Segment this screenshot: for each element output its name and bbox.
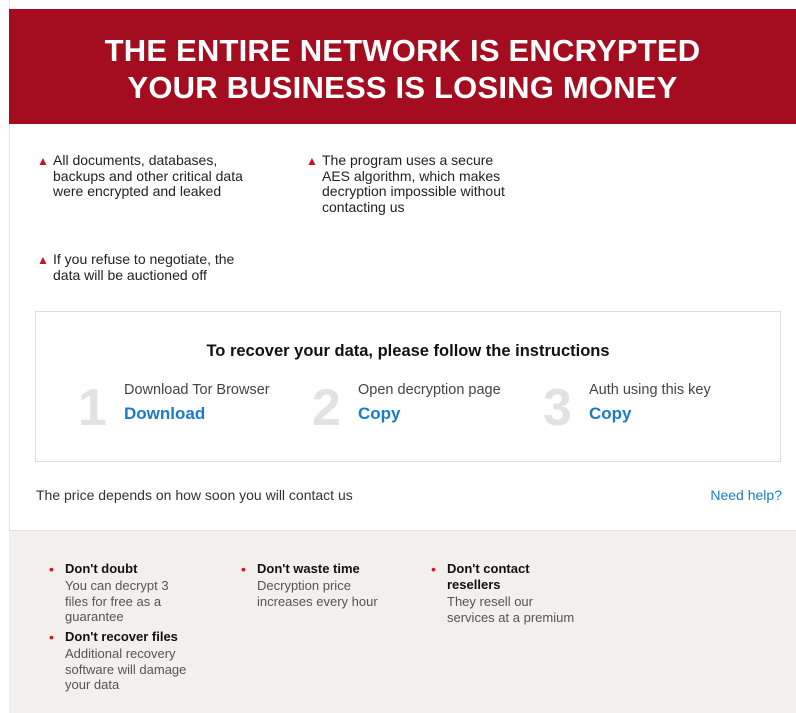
tip-heading: Don't doubt [65, 561, 138, 576]
warning-text-line: contacting us [322, 198, 405, 215]
tip-dont-contact-resellers: • Don't contact resellers They resell ou… [431, 561, 581, 625]
warning-item-auction: ▲ If you refuse to negotiate, the data w… [37, 251, 287, 283]
tip-body-line: Decryption price [257, 578, 351, 593]
copy-key-link[interactable]: Copy [589, 404, 632, 424]
tip-body-line: software will damage [65, 661, 187, 677]
tip-dont-recover: • Don't recover files Additional recover… [49, 629, 199, 693]
step-label: Auth using this key [589, 382, 711, 398]
tip-dont-waste-time: • Don't waste time Decryption price incr… [241, 561, 391, 609]
tip-heading: Don't recover files [65, 629, 178, 644]
step-label: Open decryption page [358, 382, 501, 398]
warning-item-encrypted: ▲ All documents, databases, backups and … [37, 152, 287, 200]
warning-text-line: data will be auctioned off [53, 266, 207, 283]
tip-heading: Don't waste time [257, 561, 360, 576]
instructions-title: To recover your data, please follow the … [206, 342, 610, 360]
need-help-link[interactable]: Need help? [710, 487, 782, 503]
red-dot-icon: • [49, 561, 54, 577]
tip-heading-line: Don't contact [447, 561, 530, 576]
instructions-panel: To recover your data, please follow the … [35, 311, 781, 462]
tips-footer: • Don't doubt You can decrypt 3 files fo… [9, 530, 796, 713]
warning-text-line: AES algorithm, which makes [322, 167, 501, 184]
tip-body-line: your data [65, 677, 120, 692]
price-notice: The price depends on how soon you will c… [36, 487, 353, 503]
tip-body-line: services at a premium [447, 609, 575, 625]
tip-dont-doubt: • Don't doubt You can decrypt 3 files fo… [49, 561, 199, 625]
warning-text-line: If you refuse to negotiate, the [53, 251, 235, 267]
tip-body-line: You can decrypt 3 [65, 578, 169, 593]
warning-text-line: backups and other critical data [53, 167, 243, 184]
tip-body-line: They resell our [447, 594, 533, 609]
tip-body-line: files for free as a [65, 593, 162, 609]
tip-body-line: guarantee [65, 609, 124, 624]
warning-text-line: All documents, databases, [53, 152, 218, 168]
red-dot-icon: • [241, 561, 246, 577]
ransom-banner: THE ENTIRE NETWORK IS ENCRYPTED YOUR BUS… [9, 9, 796, 124]
warning-item-aes: ▲ The program uses a secure AES algorith… [306, 152, 556, 215]
tip-body-line: increases every hour [257, 593, 378, 609]
red-dot-icon: • [49, 629, 54, 645]
step-label: Download Tor Browser [124, 382, 270, 398]
warning-text-line: were encrypted and leaked [53, 183, 222, 199]
warning-text-line: decryption impossible without [322, 183, 505, 199]
banner-line-2: YOUR BUSINESS IS LOSING MONEY [127, 70, 678, 105]
banner-line-1: THE ENTIRE NETWORK IS ENCRYPTED [104, 33, 701, 68]
warning-triangle-icon: ▲ [306, 154, 318, 168]
red-dot-icon: • [431, 561, 436, 577]
step-number: 2 [312, 379, 341, 437]
warning-text-line: The program uses a secure [322, 152, 494, 168]
step-number: 3 [543, 379, 572, 437]
copy-page-link[interactable]: Copy [358, 404, 401, 424]
download-link[interactable]: Download [124, 404, 205, 424]
warning-triangle-icon: ▲ [37, 154, 49, 168]
warning-triangle-icon: ▲ [37, 253, 49, 267]
tip-body-line: Additional recovery [65, 646, 176, 661]
tip-heading-line: resellers [447, 577, 501, 592]
step-number: 1 [78, 379, 107, 437]
